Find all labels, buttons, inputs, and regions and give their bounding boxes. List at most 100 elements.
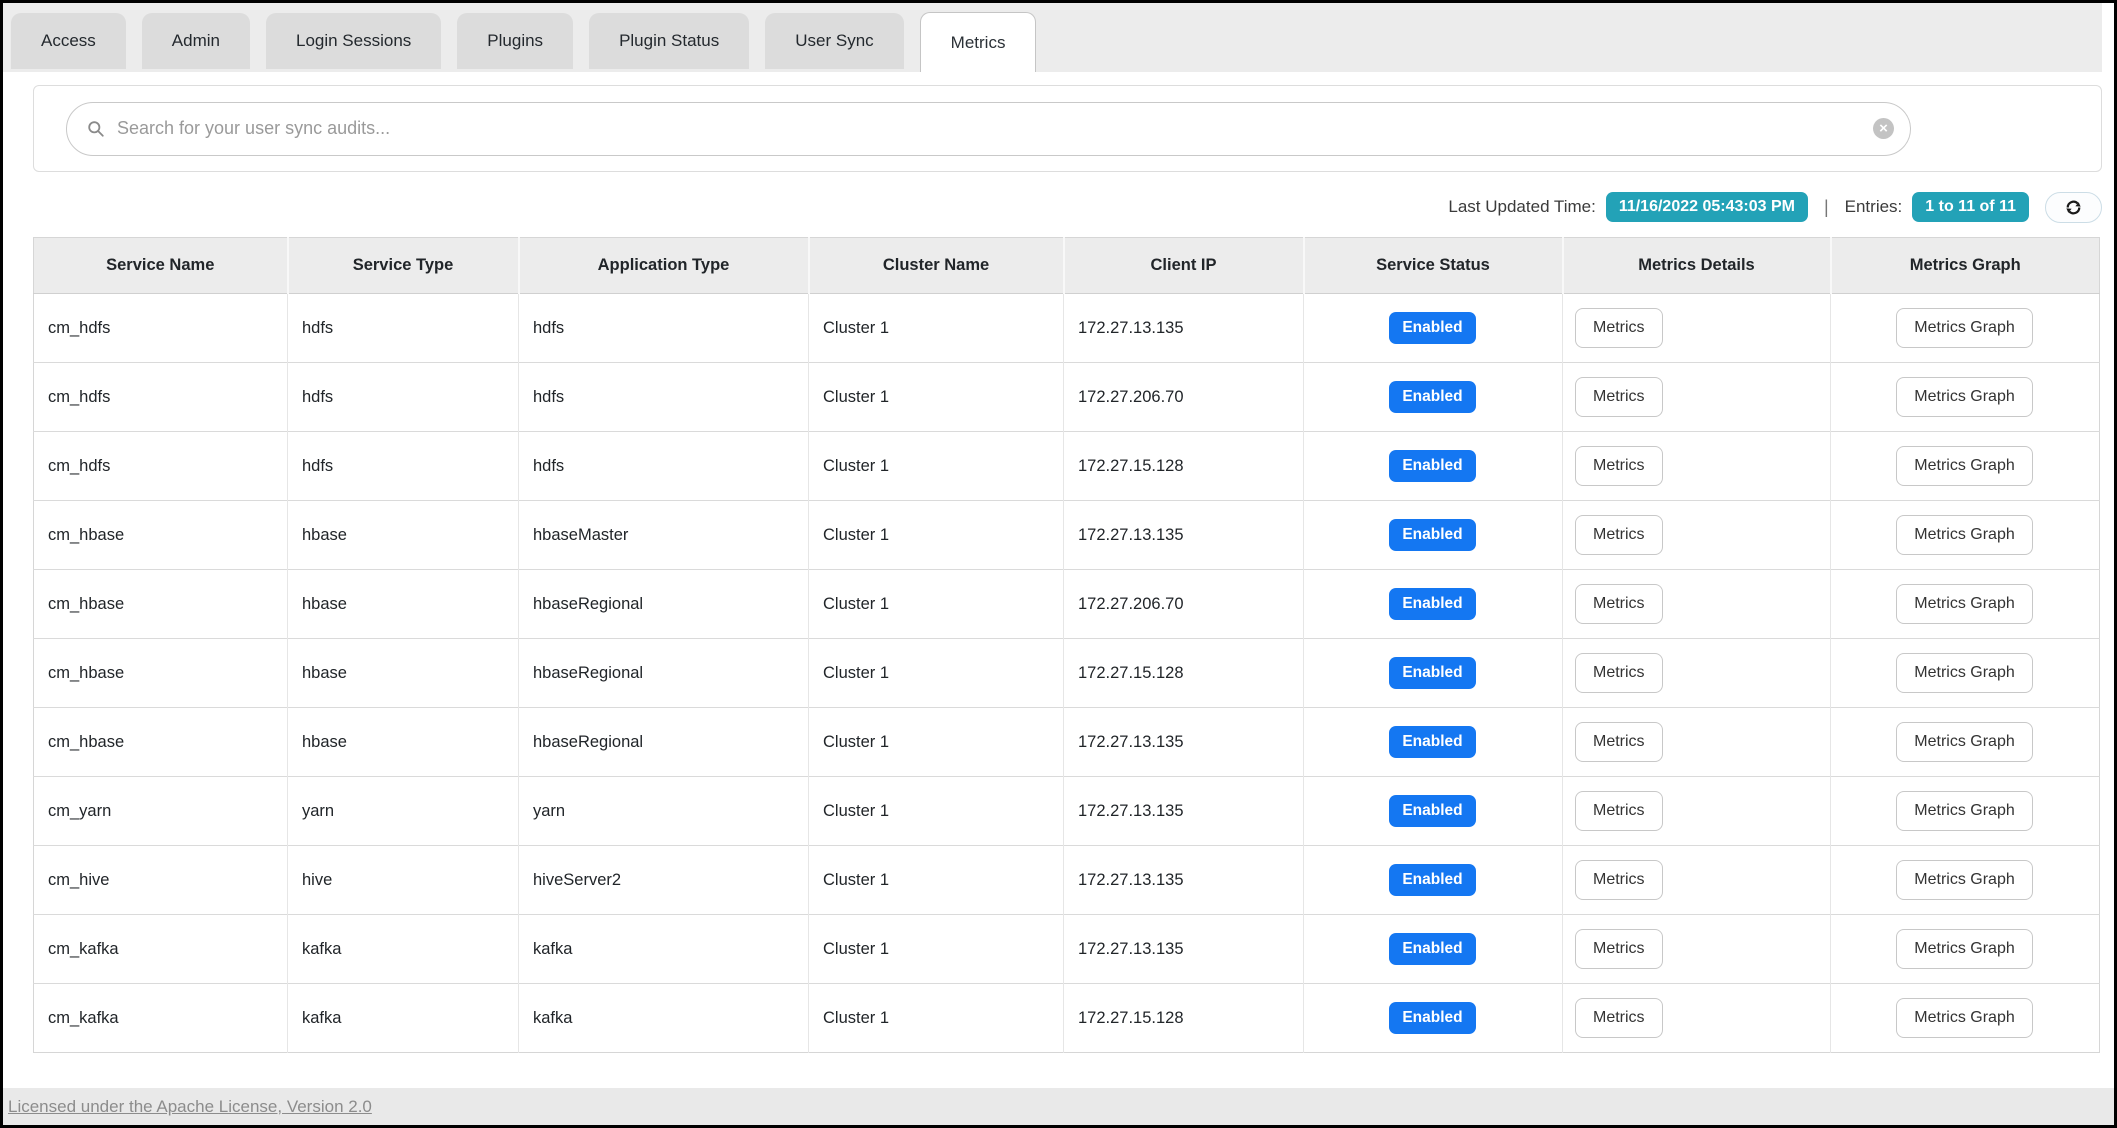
metrics-button[interactable]: Metrics	[1575, 446, 1663, 486]
last-updated-label: Last Updated Time:	[1448, 197, 1595, 217]
status-badge: Enabled	[1389, 933, 1475, 965]
service-status-cell: Enabled	[1304, 777, 1563, 846]
metrics-graph-button[interactable]: Metrics Graph	[1896, 722, 2032, 762]
search-input[interactable]	[115, 117, 1873, 140]
service-status-cell: Enabled	[1304, 846, 1563, 915]
cluster-name-cell: Cluster 1	[809, 432, 1064, 501]
metrics-graph-button[interactable]: Metrics Graph	[1896, 446, 2032, 486]
metrics-graph-button[interactable]: Metrics Graph	[1896, 791, 2032, 831]
metrics-button[interactable]: Metrics	[1575, 377, 1663, 417]
status-badge: Enabled	[1389, 450, 1475, 482]
service-status-cell: Enabled	[1304, 915, 1563, 984]
column-header-cluster-name: Cluster Name	[809, 238, 1064, 294]
metrics-details-cell: Metrics	[1563, 984, 1831, 1053]
metrics-button[interactable]: Metrics	[1575, 722, 1663, 762]
client-ip-cell: 172.27.13.135	[1064, 846, 1304, 915]
service-name-cell: cm_hbase	[34, 501, 288, 570]
metrics-graph-button[interactable]: Metrics Graph	[1896, 653, 2032, 693]
tab-metrics[interactable]: Metrics	[920, 12, 1037, 72]
client-ip-cell: 172.27.13.135	[1064, 501, 1304, 570]
client-ip-cell: 172.27.13.135	[1064, 915, 1304, 984]
metrics-details-cell: Metrics	[1563, 639, 1831, 708]
application-type-cell: hdfs	[519, 294, 809, 363]
status-badge: Enabled	[1389, 657, 1475, 689]
application-type-cell: hbaseRegional	[519, 639, 809, 708]
tab-access[interactable]: Access	[11, 13, 126, 69]
service-type-cell: hdfs	[288, 432, 519, 501]
metrics-button[interactable]: Metrics	[1575, 929, 1663, 969]
client-ip-cell: 172.27.13.135	[1064, 294, 1304, 363]
column-header-metrics-graph: Metrics Graph	[1831, 238, 2100, 294]
tab-bar: Access Admin Login Sessions Plugins Plugin S…	[3, 3, 2102, 72]
license-link[interactable]: Licensed under the Apache License, Versi…	[8, 1097, 372, 1117]
table-row: cm_hdfshdfshdfsCluster 1172.27.206.70Ena…	[34, 363, 2100, 432]
cluster-name-cell: Cluster 1	[809, 777, 1064, 846]
entries-badge: 1 to 11 of 11	[1912, 192, 2029, 222]
status-badge: Enabled	[1389, 588, 1475, 620]
table-row: cm_hbasehbasehbaseRegionalCluster 1172.2…	[34, 708, 2100, 777]
table-row: cm_hivehivehiveServer2Cluster 1172.27.13…	[34, 846, 2100, 915]
metrics-graph-cell: Metrics Graph	[1831, 984, 2100, 1053]
metrics-button[interactable]: Metrics	[1575, 515, 1663, 555]
service-type-cell: hdfs	[288, 363, 519, 432]
cluster-name-cell: Cluster 1	[809, 984, 1064, 1053]
metrics-button[interactable]: Metrics	[1575, 791, 1663, 831]
metrics-graph-cell: Metrics Graph	[1831, 570, 2100, 639]
service-status-cell: Enabled	[1304, 363, 1563, 432]
application-type-cell: hbaseRegional	[519, 708, 809, 777]
table-row: cm_hbasehbasehbaseRegionalCluster 1172.2…	[34, 639, 2100, 708]
cluster-name-cell: Cluster 1	[809, 708, 1064, 777]
table-row: cm_hdfshdfshdfsCluster 1172.27.15.128Ena…	[34, 432, 2100, 501]
metrics-graph-button[interactable]: Metrics Graph	[1896, 998, 2032, 1038]
application-type-cell: kafka	[519, 915, 809, 984]
metrics-details-cell: Metrics	[1563, 915, 1831, 984]
refresh-button[interactable]	[2045, 192, 2102, 223]
service-status-cell: Enabled	[1304, 432, 1563, 501]
search-box: ×	[66, 102, 1911, 156]
tab-plugin-status[interactable]: Plugin Status	[589, 13, 749, 69]
service-name-cell: cm_hdfs	[34, 363, 288, 432]
application-type-cell: hbaseRegional	[519, 570, 809, 639]
client-ip-cell: 172.27.13.135	[1064, 708, 1304, 777]
status-badge: Enabled	[1389, 381, 1475, 413]
client-ip-cell: 172.27.15.128	[1064, 432, 1304, 501]
metrics-graph-cell: Metrics Graph	[1831, 708, 2100, 777]
table-row: cm_yarnyarnyarnCluster 1172.27.13.135Ena…	[34, 777, 2100, 846]
entries-label: Entries:	[1845, 197, 1903, 217]
tab-admin[interactable]: Admin	[142, 13, 250, 69]
tab-plugins[interactable]: Plugins	[457, 13, 573, 69]
service-type-cell: hbase	[288, 708, 519, 777]
status-badge: Enabled	[1389, 519, 1475, 551]
metrics-button[interactable]: Metrics	[1575, 653, 1663, 693]
metrics-graph-button[interactable]: Metrics Graph	[1896, 515, 2032, 555]
metrics-button[interactable]: Metrics	[1575, 860, 1663, 900]
tab-login-sessions[interactable]: Login Sessions	[266, 13, 441, 69]
service-name-cell: cm_yarn	[34, 777, 288, 846]
table-row: cm_kafkakafkakafkaCluster 1172.27.15.128…	[34, 984, 2100, 1053]
application-type-cell: hbaseMaster	[519, 501, 809, 570]
metrics-graph-button[interactable]: Metrics Graph	[1896, 860, 2032, 900]
metrics-details-cell: Metrics	[1563, 432, 1831, 501]
metrics-graph-cell: Metrics Graph	[1831, 846, 2100, 915]
table-row: cm_hbasehbasehbaseRegionalCluster 1172.2…	[34, 570, 2100, 639]
metrics-graph-button[interactable]: Metrics Graph	[1896, 584, 2032, 624]
service-status-cell: Enabled	[1304, 984, 1563, 1053]
last-updated-badge: 11/16/2022 05:43:03 PM	[1606, 192, 1808, 222]
service-type-cell: hive	[288, 846, 519, 915]
refresh-icon	[2064, 198, 2083, 217]
service-name-cell: cm_hbase	[34, 639, 288, 708]
application-type-cell: yarn	[519, 777, 809, 846]
metrics-graph-button[interactable]: Metrics Graph	[1896, 377, 2032, 417]
metrics-button[interactable]: Metrics	[1575, 998, 1663, 1038]
metrics-graph-button[interactable]: Metrics Graph	[1896, 308, 2032, 348]
column-header-client-ip: Client IP	[1064, 238, 1304, 294]
service-name-cell: cm_kafka	[34, 984, 288, 1053]
tab-user-sync[interactable]: User Sync	[765, 13, 903, 69]
metrics-button[interactable]: Metrics	[1575, 584, 1663, 624]
table-body: cm_hdfshdfshdfsCluster 1172.27.13.135Ena…	[34, 294, 2100, 1053]
metrics-button[interactable]: Metrics	[1575, 308, 1663, 348]
metrics-graph-button[interactable]: Metrics Graph	[1896, 929, 2032, 969]
clear-icon[interactable]: ×	[1873, 118, 1894, 139]
cluster-name-cell: Cluster 1	[809, 294, 1064, 363]
column-header-application-type: Application Type	[519, 238, 809, 294]
